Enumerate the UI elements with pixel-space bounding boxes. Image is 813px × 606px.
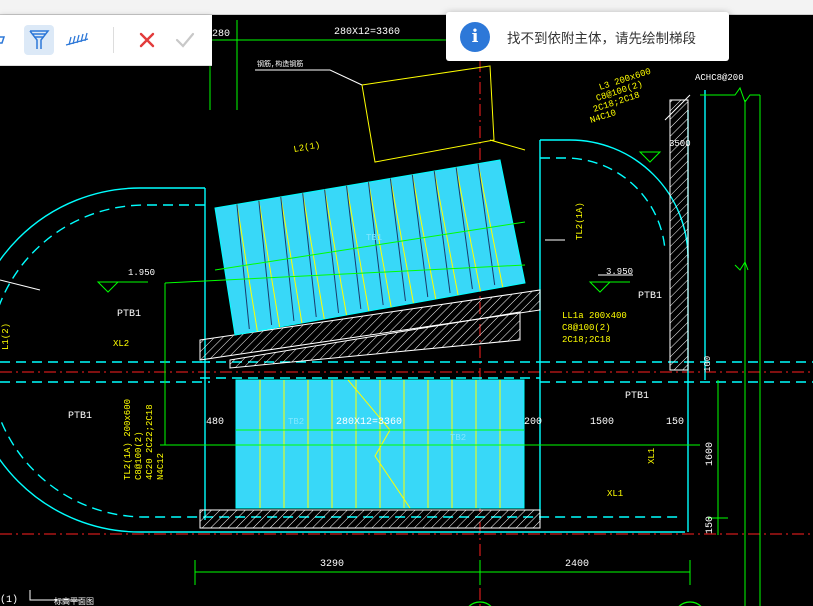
dim-top-left: 280 bbox=[212, 29, 230, 40]
info-toast: i 找不到依附主体，请先绘制梯段 bbox=[446, 12, 729, 61]
label-steel: 钢筋,构造钢筋 bbox=[257, 59, 303, 69]
cad-drawing-canvas[interactable]: 280 280X12=3360 钢筋,构造钢筋 ACHC8@200 L3 200… bbox=[0, 0, 813, 606]
hatch-icon bbox=[65, 32, 89, 46]
label-tb2b: TB2 bbox=[450, 433, 466, 443]
label-tb1: TB1 bbox=[366, 233, 382, 243]
leader-line-yellow bbox=[361, 65, 495, 163]
label-xl2: XL2 bbox=[113, 339, 129, 349]
toolbar-separator bbox=[113, 27, 114, 53]
label-tl2b: TL2(1A) 200x600 bbox=[123, 399, 133, 480]
dim-480: 480 bbox=[206, 417, 224, 428]
label-xl1b: XL1 bbox=[607, 489, 623, 499]
label-ptb1-d: PTB1 bbox=[625, 391, 649, 402]
label-rebar-top: ACHC8@200 bbox=[695, 73, 744, 83]
label-tl2b-s2: 4C20 2C22;2C18 bbox=[145, 404, 155, 480]
label-ll1a: LL1a 200x400 bbox=[562, 311, 627, 321]
dim-2400: 2400 bbox=[565, 559, 589, 570]
bottom-note: 标高平面图 bbox=[54, 596, 94, 606]
label-tl2b-s1: C8@100(2) bbox=[134, 431, 144, 480]
dim-3290: 3290 bbox=[320, 559, 344, 570]
confirm-button[interactable] bbox=[170, 25, 200, 55]
dim-top: 280X12=3360 bbox=[334, 27, 400, 38]
dim-1600: 1600 bbox=[705, 442, 716, 466]
dim-100: 100 bbox=[703, 356, 713, 372]
line-draw-icon bbox=[0, 36, 6, 44]
draw-line-tool-button[interactable] bbox=[0, 25, 18, 55]
toast-message: 找不到依附主体，请先绘制梯段 bbox=[507, 30, 696, 47]
hatch-tool-button[interactable] bbox=[62, 25, 92, 55]
label-l2: L2(1) bbox=[293, 140, 321, 155]
axis-bubbles bbox=[468, 601, 702, 606]
check-icon bbox=[175, 32, 195, 48]
label-ll1a-s1: C8@100(2) bbox=[562, 323, 611, 333]
drawing-toolbar bbox=[0, 15, 212, 66]
label-xl1a: XL1 bbox=[647, 448, 657, 464]
dim-mid: 280X12=3360 bbox=[336, 417, 402, 428]
label-left-side: L1(2) bbox=[1, 323, 11, 350]
bottom-left-mark: (1) bbox=[0, 594, 18, 606]
label-tb2: TB2 bbox=[288, 417, 304, 427]
label-tl2b-s3: N4C12 bbox=[156, 453, 166, 480]
elev-1950: 1.950 bbox=[128, 268, 155, 278]
dim-3500: 3500 bbox=[669, 139, 691, 149]
stair-flight-lower bbox=[235, 379, 525, 509]
close-icon bbox=[139, 32, 155, 48]
label-ptb1-a: PTB1 bbox=[117, 309, 141, 320]
label-ll1a-s2: 2C18;2C18 bbox=[562, 335, 611, 345]
label-ptb1-b: PTB1 bbox=[638, 291, 662, 302]
dim-200: 200 bbox=[524, 417, 542, 428]
label-ptb1-c: PTB1 bbox=[68, 411, 92, 422]
info-icon: i bbox=[460, 21, 490, 52]
cancel-button[interactable] bbox=[132, 25, 162, 55]
stair-tool-button[interactable] bbox=[24, 25, 54, 55]
stair-icon bbox=[29, 30, 50, 49]
dim-150a: 150 bbox=[666, 417, 684, 428]
label-tl2: TL2(1A) bbox=[575, 202, 585, 240]
dim-150b: 150 bbox=[705, 516, 716, 534]
elev-3950: 3.950 bbox=[606, 267, 633, 277]
dim-1500: 1500 bbox=[590, 417, 614, 428]
